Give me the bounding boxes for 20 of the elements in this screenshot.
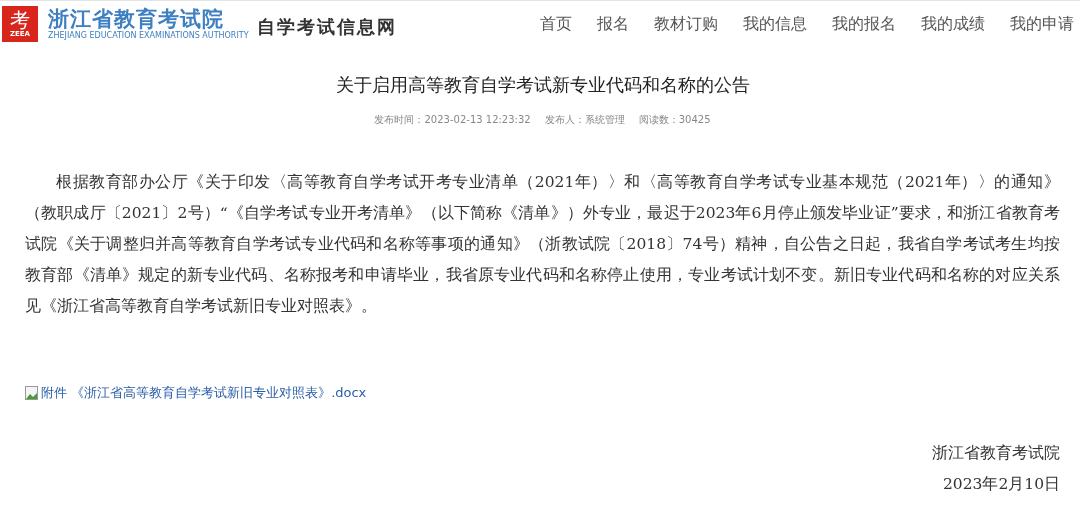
nav-link[interactable]: 我的报名 (832, 13, 896, 35)
signature-line: 浙江省教育考试院 (932, 443, 1060, 464)
nav-link[interactable]: 报名 (597, 13, 629, 35)
broken-image-icon (25, 386, 39, 400)
org-name-en: ZHEJIANG EDUCATION EXAMINATIONS AUTHORITY (48, 31, 249, 41)
nav-link[interactable]: 我的成绩 (921, 13, 985, 35)
meta-text: 发布人：系统管理 (544, 113, 625, 127)
article-body: 根据教育部办公厅《关于印发〈高等教育自学考试开考专业清单（2021年）〉和〈高等教育自学考试专业基本规范（2021年）〉的通知》（教职成厅〔2021〕2号）“《自学考试专业开考清单》（以下简称《清单》）外专业，最迟于2023年6月停止颁发毕业证”要求，和浙江省教育考试院《关于调整归并高等教育自学考试专业代码和名称等事项的通知》（浙教试院〔2018〕74号）精神，自公告之日起，我省自学考试考生均按教育部《清单》规定的新专业代码、名称报考和申请毕业，我省原专业代码和名称停止使用，专业考试计划不变。新旧专业代码和名称的对应关系见《浙江省高等教育自学考试新旧专业对照表》。 (25, 172, 1060, 317)
signature-line: 2023年2月10日 (942, 474, 1060, 495)
site-name: 自学考试信息网 (256, 15, 397, 39)
org-name: 浙江省教育考试院 (48, 7, 225, 31)
article-title: 关于启用高等教育自学考试新专业代码和名称的公告 (334, 73, 751, 97)
nav-link[interactable]: 教材订购 (654, 13, 718, 35)
meta-text: 阅读数：30425 (638, 113, 711, 127)
nav-link[interactable]: 首页 (540, 13, 572, 35)
nav-link[interactable]: 我的申请 (1010, 13, 1074, 35)
meta-text: 发布时间：2023-02-13 12:23:32 (374, 113, 531, 127)
logo-mark: 考 (10, 10, 30, 30)
attachment-link[interactable]: 附件 《浙江省高等教育自学考试新旧专业对照表》.docx (25, 384, 367, 402)
nav-link[interactable]: 我的信息 (743, 13, 807, 35)
